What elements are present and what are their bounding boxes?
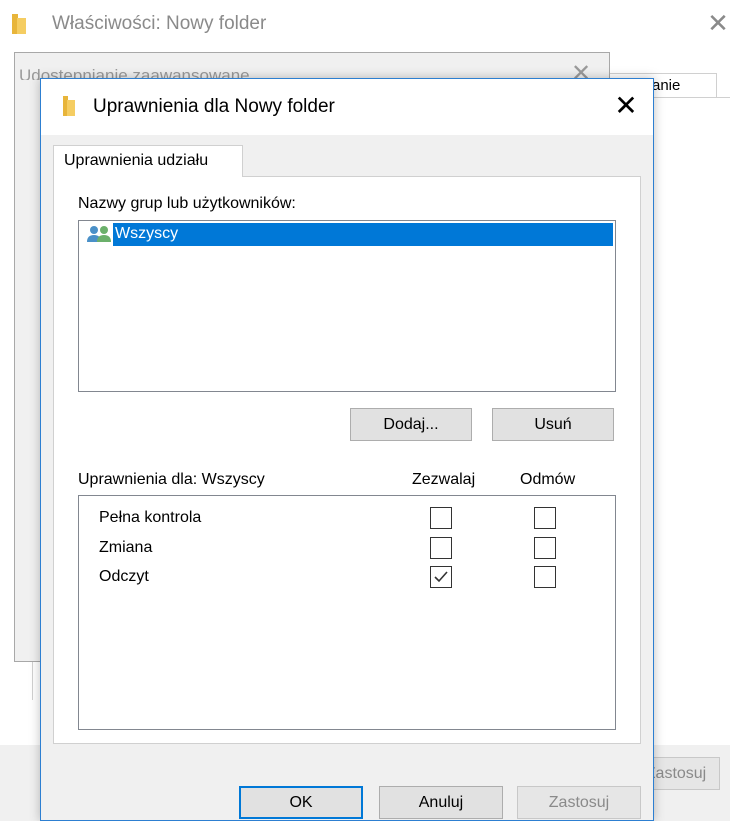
groups-label: Nazwy grup lub użytkowników: [78,195,296,212]
allow-checkbox-read[interactable] [430,566,452,588]
list-item[interactable]: Wszyscy [81,223,613,246]
permissions-dialog: Uprawnienia dla Nowy folder ✕ Uprawnieni… [40,78,654,821]
permission-name-change: Zmiana [99,539,153,556]
permission-name-full-control: Pełna kontrola [99,509,202,526]
deny-checkbox-read[interactable] [534,566,556,588]
tab-share-permissions[interactable]: Uprawnienia udziału [53,145,243,177]
users-group-icon [87,226,111,242]
permissions-for-label: Uprawnienia dla: Wszyscy [78,471,265,488]
permissions-list: Pełna kontrola Zmiana Odczyt [78,495,616,730]
share-permissions-panel: Nazwy grup lub użytkowników: Wszyscy Dod… [53,176,641,744]
properties-divider [32,660,33,700]
remove-button[interactable]: Usuń [492,408,614,441]
checkmark-icon [434,571,448,583]
deny-checkbox-change[interactable] [534,537,556,559]
properties-apply-label: Zastosuj [645,765,707,782]
permissions-titlebar: Uprawnienia dla Nowy folder ✕ [41,79,653,135]
ok-button[interactable]: OK [239,786,363,819]
allow-checkbox-full-control[interactable] [430,507,452,529]
add-button[interactable]: Dodaj... [350,408,472,441]
properties-title: Właściwości: Nowy folder [52,13,267,34]
cancel-button[interactable]: Anuluj [379,786,503,819]
user-name: Wszyscy [115,225,179,242]
permissions-close-button[interactable]: ✕ [611,91,641,121]
apply-button[interactable]: Zastosuj [517,786,641,819]
allow-checkbox-change[interactable] [430,537,452,559]
deny-column-header: Odmów [520,471,576,488]
deny-checkbox-full-control[interactable] [534,507,556,529]
folder-icon [12,14,26,34]
properties-titlebar: Właściwości: Nowy folder ✕ [0,0,730,48]
allow-column-header: Zezwalaj [412,471,476,488]
properties-close-button[interactable]: ✕ [706,8,730,38]
permissions-title: Uprawnienia dla Nowy folder [93,96,335,117]
user-list[interactable]: Wszyscy [78,220,616,392]
permission-name-read: Odczyt [99,568,149,585]
folder-icon [63,96,75,116]
